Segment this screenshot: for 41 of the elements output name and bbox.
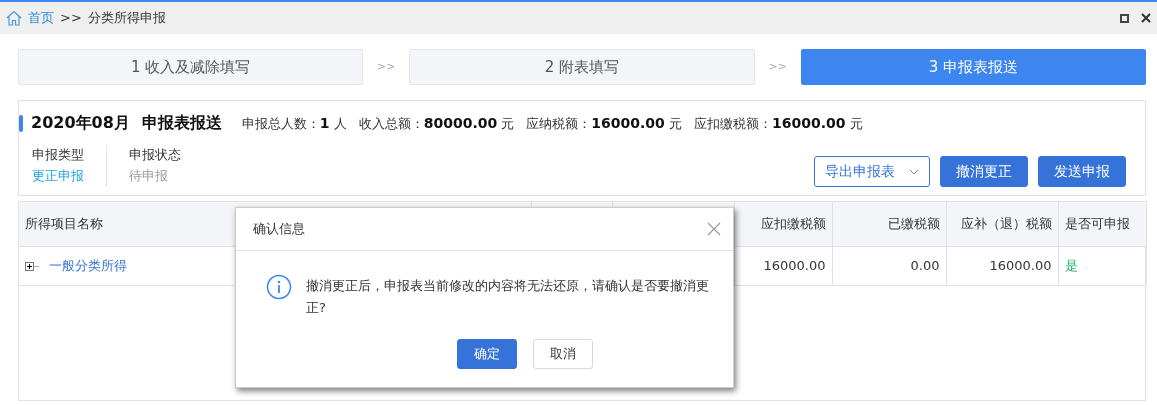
step-tab[interactable]: 3 申报表报送	[800, 49, 1146, 85]
report-type-link[interactable]: 更正申报	[32, 165, 84, 187]
cancel-button[interactable]: 取消	[532, 339, 593, 369]
field-value: 待申报	[129, 167, 169, 185]
period-label: 2020年08月	[31, 112, 130, 134]
step-tab[interactable]: 2 附表填写	[409, 49, 755, 85]
close-icon[interactable]	[1141, 13, 1151, 23]
step-separator: >>	[767, 58, 788, 75]
tree-item-link[interactable]: 一般分类所得	[49, 258, 127, 273]
field-label: 申报类型	[32, 146, 84, 164]
column-header: 已缴税额	[832, 201, 946, 247]
step-separator: >>	[376, 58, 397, 75]
dialog-title: 确认信息	[253, 220, 305, 239]
home-icon[interactable]	[6, 10, 22, 26]
summary-stat: 收入总额：80000.00 元	[358, 113, 515, 133]
summary-stat: 申报总人数：1 人	[241, 113, 347, 133]
confirm-button[interactable]: 确定	[456, 339, 517, 369]
field-label: 申报状态	[129, 146, 181, 164]
summary-stat: 应扣缴税额：16000.00 元	[694, 113, 863, 133]
breadcrumb-link[interactable]: 首页	[28, 8, 54, 28]
step-tab[interactable]: 1 收入及减除填写	[18, 49, 364, 85]
accent-bar	[19, 114, 23, 132]
expand-icon[interactable]	[25, 262, 39, 271]
export-dropdown[interactable]: 导出申报表	[814, 156, 930, 187]
info-icon	[266, 274, 292, 300]
section-title: 申报表报送	[141, 112, 222, 134]
action-button[interactable]: 发送申报	[1038, 156, 1126, 187]
column-header: 是否可申报	[1058, 201, 1146, 247]
table-cell: 16000.00	[989, 258, 1052, 274]
breadcrumb-separator: >>	[60, 9, 82, 28]
status-text: 是	[1064, 258, 1078, 274]
caret-icon	[909, 168, 919, 175]
summary-stat: 应纳税额：16000.00 元	[526, 113, 682, 133]
maximize-icon[interactable]	[1120, 13, 1129, 23]
table-cell: 16000.00	[763, 258, 826, 274]
action-button[interactable]: 撤消更正	[940, 156, 1028, 187]
page-title: 分类所得申报	[87, 9, 166, 28]
column-header: 应补（退）税额	[946, 201, 1058, 247]
column-header: 应扣缴税额	[734, 201, 832, 247]
table-cell: 0.00	[910, 258, 940, 274]
dialog-message: 撤消更正后，申报表当前修改的内容将无法还原，请确认是否要撤消更正?	[306, 277, 710, 317]
